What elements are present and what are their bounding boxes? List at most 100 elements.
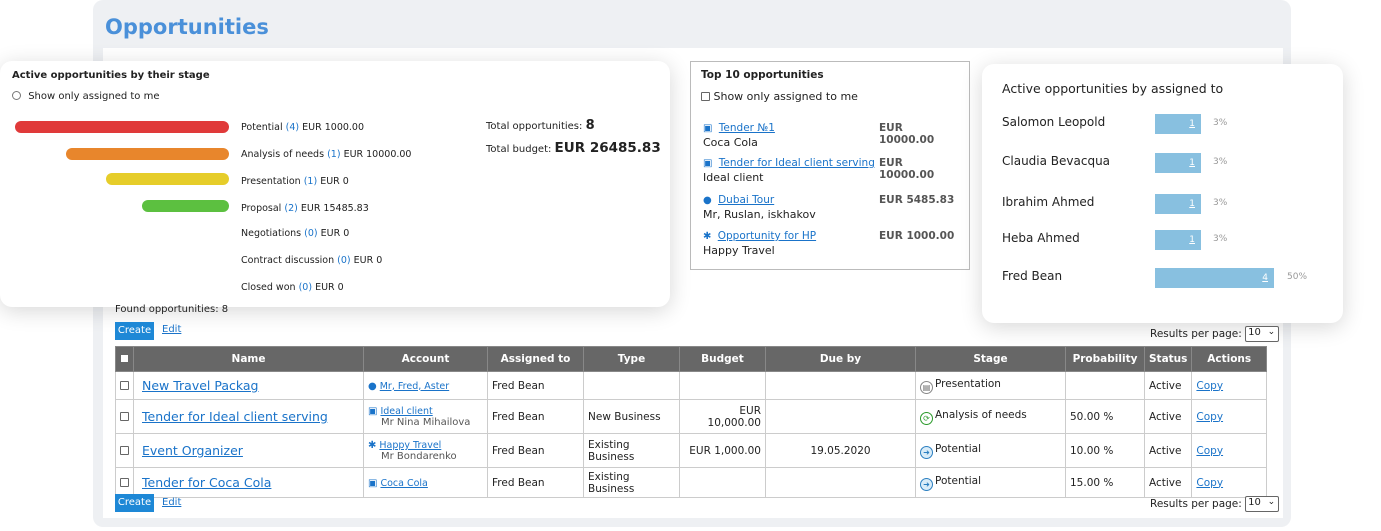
col-name[interactable]: Name	[133, 346, 364, 372]
col-due[interactable]: Due by	[765, 346, 916, 372]
row-probability: 15.00 %	[1065, 467, 1145, 498]
account-contact: Mr Bondarenko	[381, 451, 457, 462]
assigned-row: Heba Ahmed 1 3%	[1002, 230, 1332, 250]
col-actions: Actions	[1191, 346, 1267, 372]
row-budget	[679, 371, 766, 400]
copy-link[interactable]: Copy	[1196, 411, 1223, 423]
copy-link[interactable]: Copy	[1196, 477, 1223, 489]
assigned-radio[interactable]	[12, 91, 21, 100]
row-name-cell: Event Organizer	[133, 433, 364, 468]
assigned-bar[interactable]: 1	[1155, 153, 1201, 173]
briefcase-icon: ▣	[368, 406, 378, 417]
account-link[interactable]: Happy Travel	[379, 440, 441, 451]
row-select	[115, 467, 134, 498]
select-all-checkbox[interactable]	[120, 354, 129, 363]
row-status: Active	[1143, 467, 1193, 498]
copy-link[interactable]: Copy	[1196, 445, 1223, 457]
chevron-down-icon: ⌄	[1267, 497, 1276, 507]
row-select	[115, 399, 134, 434]
assigned-row: Fred Bean 4 50%	[1002, 268, 1332, 288]
funnel-bar-presentation	[106, 173, 229, 185]
assigned-pct: 3%	[1213, 234, 1228, 244]
col-probability[interactable]: Probability	[1065, 346, 1145, 372]
col-stage[interactable]: Stage	[915, 346, 1066, 372]
row-account-cell: ● Mr, Fred, Aster	[363, 371, 488, 400]
top10-item-link[interactable]: Tender №1	[719, 122, 775, 134]
opportunity-link[interactable]: Tender for Coca Cola	[142, 475, 271, 490]
row-assigned: Fred Bean	[487, 467, 584, 498]
row-assigned: Fred Bean	[487, 399, 584, 434]
col-status[interactable]: Status	[1143, 346, 1193, 372]
top10-item-amount: EUR 10000.00	[879, 122, 935, 146]
col-assigned[interactable]: Assigned to	[487, 346, 584, 372]
opportunity-link[interactable]: Event Organizer	[142, 443, 243, 458]
create-button-bottom[interactable]: Create	[115, 494, 154, 512]
account-link[interactable]: Mr, Fred, Aster	[380, 381, 449, 392]
top10-filter[interactable]: Show only assigned to me	[701, 90, 858, 103]
col-type[interactable]: Type	[583, 346, 680, 372]
opportunity-link[interactable]: Tender for Ideal client serving	[142, 409, 328, 424]
row-stage: Analysis of needs	[935, 408, 1027, 421]
row-status: Active	[1143, 371, 1193, 400]
top10-panel: Top 10 opportunities Show only assigned …	[690, 61, 970, 270]
top10-checkbox[interactable]	[701, 92, 710, 101]
copy-link[interactable]: Copy	[1196, 380, 1223, 392]
col-budget[interactable]: Budget	[679, 346, 766, 372]
found-count: Found opportunities: 8	[115, 304, 229, 315]
briefcase-icon: ▣	[703, 158, 713, 169]
top10-item-amount: EUR 10000.00	[879, 157, 935, 181]
col-account[interactable]: Account	[363, 346, 488, 372]
account-link[interactable]: Ideal client	[380, 406, 432, 417]
row-checkbox[interactable]	[120, 380, 129, 390]
row-checkbox[interactable]	[120, 477, 129, 487]
edit-button-bottom[interactable]: Edit	[162, 497, 181, 508]
stage-card-title: Active opportunities by their stage	[12, 70, 210, 81]
row-name-cell: Tender for Ideal client serving	[133, 399, 364, 434]
assigned-pct: 50%	[1287, 272, 1308, 282]
row-type: New Business	[583, 399, 680, 434]
row-account-cell: ✱ Happy Travel Mr Bondarenko	[363, 433, 488, 468]
row-checkbox[interactable]	[120, 445, 129, 455]
chevron-down-icon: ⌄	[1267, 327, 1276, 337]
row-stage-cell: ⟳ Analysis of needs	[915, 399, 1066, 434]
row-assigned: Fred Bean	[487, 433, 584, 468]
results-per-page-bottom: Results per page: 10 ⌄	[1150, 496, 1280, 512]
assignee-name: Fred Bean	[1002, 269, 1063, 283]
assignee-name: Salomon Leopold	[1002, 115, 1106, 129]
stage-card: Active opportunities by their stage Show…	[0, 61, 670, 307]
funnel-bar-analysis	[66, 148, 229, 160]
row-actions: Copy	[1191, 467, 1267, 498]
top10-item-link[interactable]: Tender for Ideal client serving	[719, 157, 875, 169]
top10-item: ✱ Opportunity for HP EUR 1000.00 Happy T…	[703, 230, 959, 257]
results-per-page-select-bottom[interactable]: 10 ⌄	[1245, 496, 1280, 512]
row-checkbox[interactable]	[120, 411, 129, 421]
assigned-bar[interactable]: 1	[1155, 230, 1201, 250]
assigned-bar[interactable]: 4	[1155, 268, 1274, 288]
assigned-pct: 3%	[1213, 118, 1228, 128]
results-per-page-select[interactable]: 10 ⌄	[1245, 326, 1280, 342]
row-probability: 10.00 %	[1065, 433, 1145, 468]
assignee-name: Ibrahim Ahmed	[1002, 195, 1095, 209]
assigned-filter[interactable]: Show only assigned to me	[12, 91, 159, 102]
assigned-card-title: Active opportunities by assigned to	[1002, 81, 1224, 96]
assigned-row: Ibrahim Ahmed 1 3%	[1002, 194, 1332, 214]
top10-item-account: Mr, Ruslan, iskhakov	[703, 208, 816, 221]
top10-item-link[interactable]: Dubai Tour	[718, 194, 774, 206]
opportunities-table: Name Account Assigned to Type Budget Due…	[115, 346, 1267, 498]
assigned-bar[interactable]: 1	[1155, 194, 1201, 214]
row-due	[765, 399, 916, 434]
create-button[interactable]: Create	[115, 322, 154, 340]
top10-item-link[interactable]: Opportunity for HP	[718, 230, 816, 242]
select-all-header[interactable]	[115, 346, 134, 372]
account-link[interactable]: Coca Cola	[380, 478, 427, 489]
total-opportunities: Total opportunities: 8	[486, 118, 595, 133]
edit-button[interactable]: Edit	[162, 324, 181, 335]
funnel-bar-proposal	[142, 200, 229, 212]
stage-line-negotiations: Negotiations (0) EUR 0	[241, 228, 350, 239]
assigned-bar[interactable]: 1	[1155, 114, 1201, 134]
opportunity-link[interactable]: New Travel Packag	[142, 378, 259, 393]
row-stage: Presentation	[935, 377, 1001, 390]
briefcase-icon: ▣	[368, 477, 378, 489]
table-header: Name Account Assigned to Type Budget Due…	[115, 346, 1267, 372]
top10-checkbox-label: Show only assigned to me	[713, 90, 858, 103]
